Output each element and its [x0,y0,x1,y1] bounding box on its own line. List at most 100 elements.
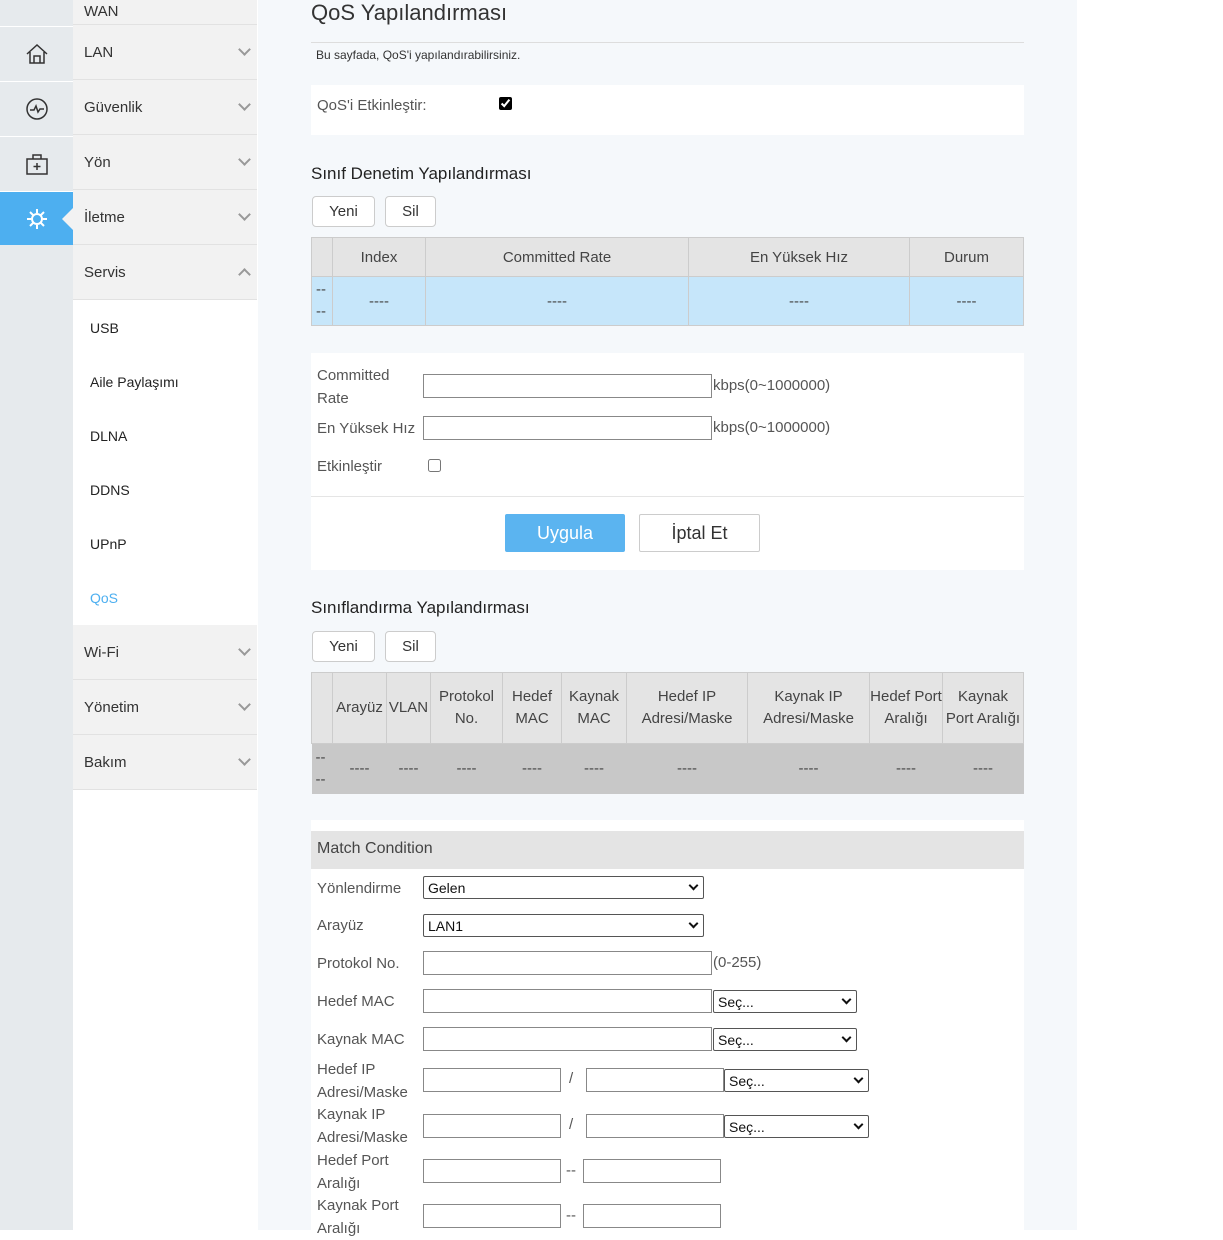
protocol-input[interactable] [423,951,712,975]
cell: ---- [896,759,916,777]
chevron-down-icon [688,918,699,929]
classification-title: Sınıflandırma Yapılandırması [311,598,530,617]
chevron-down-icon [238,43,251,56]
submenu-usb[interactable]: USB [73,301,257,355]
classification-new-button[interactable]: Yeni [312,631,375,662]
menu-item-wan[interactable]: WAN [73,0,257,25]
menu-label: WAN [84,3,119,20]
submenu-family-sharing[interactable]: Aile Paylaşımı [73,355,257,409]
page-description: Bu sayfada, QoS'i yapılandırabilirsiniz. [316,48,521,62]
src-ip-input[interactable] [423,1114,561,1138]
cell: ---- [909,276,1024,326]
src-mac-select[interactable]: Seç... [713,1028,857,1051]
enable-qos-label: QoS'i Etkinleştir: [317,97,427,114]
src-ip-select[interactable]: Seç... [724,1115,869,1138]
direction-label: Yönlendirme [317,880,402,897]
select-value: Seç... [718,1031,754,1048]
policing-enable-checkbox[interactable] [428,459,441,472]
column-header: Index [332,237,426,277]
select-value: Seç... [729,1072,765,1089]
row-marker: -- -- [315,748,326,788]
column-header: VLAN [386,672,431,744]
src-port-start-input[interactable] [423,1204,561,1228]
cell: ---- [398,759,419,777]
menu-label: Bakım [84,753,127,771]
select-value: Seç... [718,993,754,1010]
chevron-down-icon [238,643,251,656]
committed-rate-input[interactable] [423,374,712,398]
policing-enable-label: Etkinleştir [317,458,383,475]
dst-ip-label: Hedef IP Adresi/Maske [317,1061,408,1101]
interface-select[interactable]: LAN1 [423,914,704,937]
dst-mask-input[interactable] [586,1068,724,1092]
committed-rate-label: Committed Rate [317,367,390,407]
home-icon[interactable] [0,26,73,80]
policing-table: Index Committed Rate En Yüksek Hız Durum… [311,237,1024,326]
dst-port-end-input[interactable] [583,1159,721,1183]
menu-item-lan[interactable]: LAN [73,25,257,80]
menu-item-forwarding[interactable]: İletme [73,190,257,245]
menu-label: Servis [84,263,126,281]
menu-label: Yönetim [84,698,140,716]
table-row[interactable]: -- -- ---- ---- ---- ---- ---- ---- ----… [311,743,1024,794]
submenu-upnp[interactable]: UPnP [73,517,257,571]
chevron-down-icon [841,994,852,1005]
cell: ---- [425,276,689,326]
src-mask-input[interactable] [586,1114,724,1138]
apply-button[interactable]: Uygula [505,514,625,552]
policing-delete-button[interactable]: Sil [385,196,436,227]
chevron-down-icon [238,208,251,221]
chevron-down-icon [688,880,699,891]
menu-label: Güvenlik [84,98,143,116]
slash: / [569,1070,574,1087]
column-header: Kaynak MAC [561,672,627,744]
divider [311,42,1024,43]
column-header: Kaynak IP Adresi/Maske [747,672,870,744]
menu-item-service[interactable]: Servis [73,245,257,300]
policing-new-button[interactable]: Yeni [312,196,375,227]
menu-item-wifi[interactable]: Wi-Fi [73,625,257,680]
dst-mac-input[interactable] [423,989,712,1013]
cell: ---- [584,759,604,777]
icon-bar [0,0,73,1230]
enable-qos-checkbox[interactable] [499,97,512,110]
protocol-label: Protokol No. [317,955,400,972]
row-marker: -- -- [311,276,333,326]
menu-item-routing[interactable]: Yön [73,135,257,190]
peak-rate-input[interactable] [423,416,712,440]
menu-item-maintenance[interactable]: Bakım [73,735,257,790]
select-value: Seç... [729,1118,765,1135]
dst-port-start-input[interactable] [423,1159,561,1183]
dst-ip-input[interactable] [423,1068,561,1092]
toolbox-icon[interactable] [0,136,73,190]
src-port-end-input[interactable] [583,1204,721,1228]
column-header: Kaynak Port Aralığı [942,672,1024,744]
dst-ip-select[interactable]: Seç... [724,1069,869,1092]
chevron-down-icon [853,1073,864,1084]
menu-label: İletme [84,208,125,226]
submenu-dlna[interactable]: DLNA [73,409,257,463]
dst-mac-select[interactable]: Seç... [713,990,857,1013]
gear-icon[interactable] [0,191,73,245]
policing-form: Committed Rate kbps(0~1000000) En Yüksek… [311,353,1024,570]
cell: ---- [332,276,426,326]
menu-item-management[interactable]: Yönetim [73,680,257,735]
src-mac-input[interactable] [423,1027,712,1051]
cell: ---- [349,759,370,777]
table-row[interactable]: -- -- ---- ---- ---- ---- [311,276,1024,326]
chevron-down-icon [841,1032,852,1043]
classification-delete-button[interactable]: Sil [385,631,436,662]
cancel-button[interactable]: İptal Et [639,514,760,552]
dst-port-label: Hedef Port Aralığı [317,1152,389,1192]
cell: ---- [456,759,477,777]
status-icon[interactable] [0,81,73,135]
submenu-ddns[interactable]: DDNS [73,463,257,517]
column-header: Arayüz [332,672,387,744]
dst-mac-label: Hedef MAC [317,993,395,1010]
submenu-qos[interactable]: QoS [73,571,257,625]
direction-select[interactable]: Gelen [423,876,704,899]
committed-rate-unit: kbps(0~1000000) [713,377,831,394]
menu-item-security[interactable]: Güvenlik [73,80,257,135]
dash: -- [566,1207,576,1224]
peak-rate-label: En Yüksek Hız [317,420,416,437]
